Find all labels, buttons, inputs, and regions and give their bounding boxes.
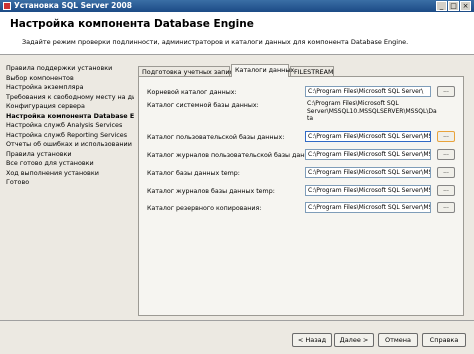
back-button[interactable]: < Назад [292,333,332,347]
page-subtitle: Задайте режим проверки подлинности, адми… [22,38,409,46]
setup-steps-nav: Правила поддержки установки Выбор компон… [6,64,134,188]
minimize-button[interactable]: _ [436,1,447,11]
user-db-dir-field[interactable]: C:\Program Files\Microsoft SQL Server\MS… [305,131,431,142]
tab-data-directories[interactable]: Каталоги данных [231,64,294,77]
user-log-dir-browse-button[interactable]: ... [437,149,455,160]
backup-dir-field[interactable]: C:\Program Files\Microsoft SQL Server\MS… [305,202,431,213]
temp-log-dir-browse-button[interactable]: ... [437,185,455,196]
user-log-dir-field[interactable]: C:\Program Files\Microsoft SQL Server\MS… [305,149,431,160]
next-button[interactable]: Далее > [334,333,374,347]
system-db-dir-line: Server\MSSQL10.MSSQLSERVER\MSSQL\Da [307,107,437,115]
nav-item-instance-config[interactable]: Настройка экземпляра [6,83,134,93]
title-bar: Установка SQL Server 2008 _ □ × [0,0,474,12]
page-header: Настройка компонента Database Engine Зад… [0,12,474,55]
data-directories-panel: Корневой каталог данных: C:\Program File… [138,76,464,316]
footer-divider [0,320,474,321]
nav-item-disk-space[interactable]: Требования к свободному месту на диске [6,93,134,103]
nav-item-install-progress[interactable]: Ход выполнения установки [6,169,134,179]
temp-db-dir-browse-button[interactable]: ... [437,167,455,178]
root-dir-browse-button[interactable]: ... [437,86,455,97]
nav-item-server-config[interactable]: Конфигурация сервера [6,102,134,112]
cancel-button[interactable]: Отмена [378,333,418,347]
system-db-dir-value: C:\Program Files\Microsoft SQL Server\MS… [307,100,437,123]
nav-item-error-reporting[interactable]: Отчеты об ошибках и использовании [6,140,134,150]
app-icon [3,2,11,10]
temp-db-dir-field[interactable]: C:\Program Files\Microsoft SQL Server\MS… [305,167,431,178]
maximize-button[interactable]: □ [448,1,459,11]
nav-item-analysis-services[interactable]: Настройка служб Analysis Services [6,121,134,131]
close-button[interactable]: × [460,1,471,11]
system-db-dir-label: Каталог системной базы данных: [147,102,259,109]
nav-item-feature-selection[interactable]: Выбор компонентов [6,74,134,84]
nav-item-ready-to-install[interactable]: Все готово для установки [6,159,134,169]
page-title: Настройка компонента Database Engine [10,18,254,30]
root-dir-label: Корневой каталог данных: [147,89,237,96]
user-db-dir-label: Каталог пользовательской базы данных: [147,134,285,141]
temp-log-dir-label: Каталог журналов базы данных temp: [147,188,275,195]
nav-item-database-engine[interactable]: Настройка компонента Database Engine [6,112,134,122]
tab-filestream[interactable]: FILESTREAM [290,66,334,76]
root-dir-field[interactable]: C:\Program Files\Microsoft SQL Server\ [305,86,431,97]
nav-item-complete[interactable]: Готово [6,178,134,188]
temp-log-dir-field[interactable]: C:\Program Files\Microsoft SQL Server\MS… [305,185,431,196]
nav-item-reporting-services[interactable]: Настройка служб Reporting Services [6,131,134,141]
system-db-dir-line: ta [307,115,314,123]
backup-dir-label: Каталог резервного копирования: [147,205,262,212]
backup-dir-browse-button[interactable]: ... [437,202,455,213]
installer-window: Установка SQL Server 2008 _ □ × Настройк… [0,0,474,354]
system-db-dir-line: C:\Program Files\Microsoft SQL [307,100,399,107]
nav-item-support-rules[interactable]: Правила поддержки установки [6,64,134,74]
help-button[interactable]: Справка [422,333,466,347]
user-db-dir-browse-button[interactable]: ... [437,131,455,142]
temp-db-dir-label: Каталог базы данных temp: [147,170,240,177]
window-title: Установка SQL Server 2008 [14,1,132,10]
nav-item-install-rules[interactable]: Правила установки [6,150,134,160]
tab-account-provisioning[interactable]: Подготовка учетных записей [138,66,241,76]
user-log-dir-label: Каталог журналов пользовательской базы д… [147,152,320,159]
